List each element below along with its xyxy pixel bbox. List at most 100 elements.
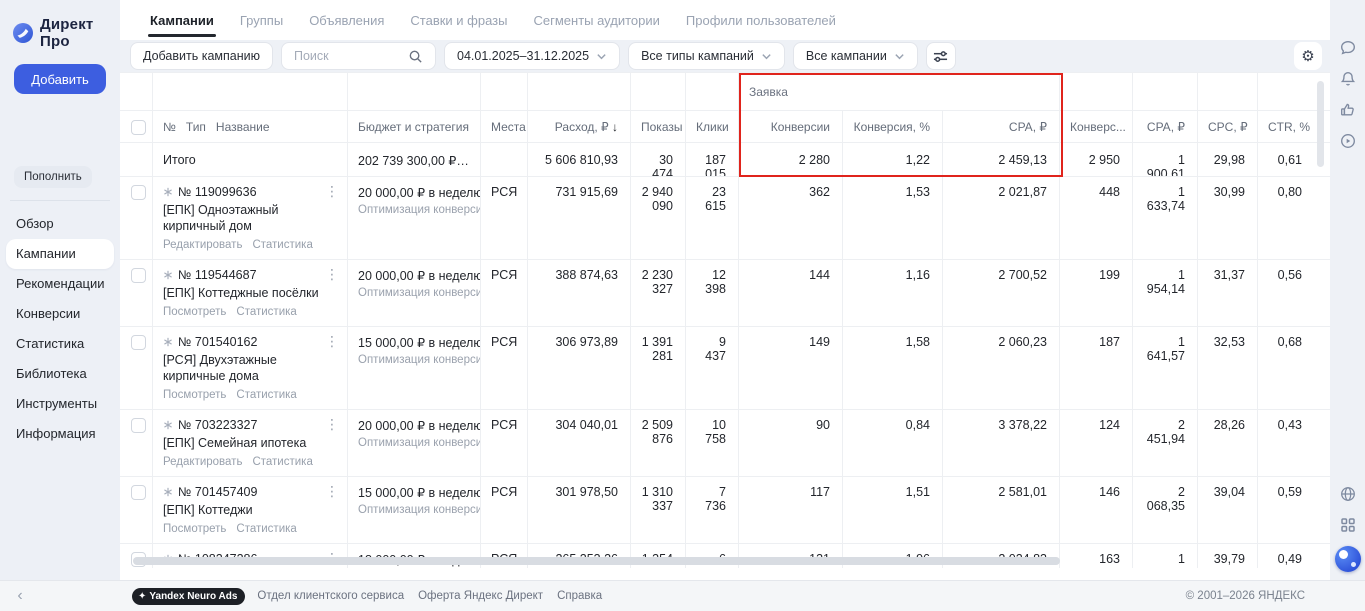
campaign-number[interactable]: № 701457409 [178, 485, 257, 499]
footer-link-support[interactable]: Отдел клиентского сервиса [257, 590, 404, 602]
apps-grid-icon[interactable] [1338, 515, 1358, 535]
campaign-number[interactable]: № 119544687 [178, 268, 257, 282]
row-action-link[interactable]: Редактировать [163, 239, 242, 251]
add-button[interactable]: Добавить [14, 64, 106, 94]
campaign-number[interactable]: № 703223327 [178, 418, 257, 432]
support-chat-button[interactable] [1334, 546, 1361, 572]
search-box[interactable] [281, 42, 436, 70]
neuro-ads-badge[interactable]: ✦ Yandex Neuro Ads [132, 587, 246, 605]
campaign-name-link[interactable]: [РСЯ] Двухэтажные кирпичные дома [163, 352, 325, 384]
campaign-filter-select[interactable]: Все кампании [792, 42, 918, 70]
conversions2-value: 199 [1060, 260, 1133, 326]
kebab-menu-icon[interactable]: ⋮ [325, 417, 339, 431]
footer-link-offer[interactable]: Оферта Яндекс Директ [418, 590, 543, 602]
thumbs-up-icon[interactable] [1338, 100, 1358, 120]
row-action-link[interactable]: Посмотреть [163, 306, 226, 318]
filter-settings-button[interactable] [925, 42, 956, 70]
totals-ctr: 0,61 [1277, 153, 1302, 167]
sidebar-item-tools[interactable]: Инструменты [6, 389, 114, 419]
cpc-value: 39,79 [1198, 544, 1258, 568]
col-header-places[interactable]: Места [481, 111, 528, 142]
sidebar-item-statistics[interactable]: Статистика [6, 329, 114, 359]
kebab-menu-icon[interactable]: ⋮ [325, 184, 339, 198]
spend-value: 306 973,89 [528, 327, 631, 409]
sidebar-item-library[interactable]: Библиотека [6, 359, 114, 389]
chat-bubble-icon[interactable] [1338, 38, 1358, 58]
horizontal-scrollbar[interactable] [133, 557, 1060, 565]
campaign-name-link[interactable]: [ЕПК] Одноэтажный кирпичный дом [163, 202, 325, 234]
col-header-ctr[interactable]: CTR, % [1258, 111, 1314, 142]
col-header-shows[interactable]: Показы [631, 111, 686, 142]
col-header-cpa2[interactable]: CPA, ₽ [1133, 111, 1198, 142]
budget-value: 15 000,00 ₽ в неделю [358, 336, 481, 350]
tab-audience-segments[interactable]: Сегменты аудитории [533, 2, 659, 39]
table-body: № 119099636 [ЕПК] Одноэтажный кирпичный … [120, 177, 1330, 568]
kebab-menu-icon[interactable]: ⋮ [325, 334, 339, 348]
cpa-value: 2 060,23 [943, 327, 1060, 409]
row-checkbox[interactable] [131, 268, 146, 283]
sidebar-item-info[interactable]: Информация [6, 419, 114, 449]
cpc-value: 28,26 [1198, 410, 1258, 476]
tab-user-profiles[interactable]: Профили пользователей [686, 2, 836, 39]
tab-groups[interactable]: Группы [240, 2, 283, 39]
topup-button[interactable]: Пополнить [14, 166, 92, 188]
collapse-sidebar-icon[interactable]: ‹ [0, 587, 40, 605]
row-checkbox[interactable] [131, 335, 146, 350]
sidebar-item-recommendations[interactable]: Рекомендации [6, 269, 114, 299]
col-header-cpc[interactable]: CPC, ₽ [1198, 111, 1258, 142]
places-value: РСЯ [481, 410, 528, 476]
vertical-scrollbar[interactable] [1317, 81, 1324, 167]
col-header-name[interactable]: № Тип Название [153, 111, 348, 142]
row-statistics-link[interactable]: Статистика [236, 389, 296, 401]
bell-icon[interactable] [1338, 69, 1358, 89]
cpa-value: 2 581,01 [943, 477, 1060, 543]
globe-icon[interactable] [1338, 484, 1358, 504]
sort-desc-icon: ↓ [612, 120, 618, 134]
row-action-link[interactable]: Редактировать [163, 456, 242, 468]
footer-link-help[interactable]: Справка [557, 590, 602, 602]
row-checkbox[interactable] [131, 418, 146, 433]
col-header-conversion-rate[interactable]: Конверсия, % [843, 111, 943, 142]
app-logo[interactable]: Директ Про [0, 0, 120, 50]
col-header-budget[interactable]: Бюджет и стратегия [348, 111, 481, 142]
row-statistics-link[interactable]: Статистика [252, 239, 312, 251]
tab-campaigns[interactable]: Кампании [148, 2, 216, 39]
row-action-link[interactable]: Посмотреть [163, 389, 226, 401]
col-header-spend[interactable]: Расход, ₽ ↓ [528, 111, 631, 142]
campaign-name-link[interactable]: [ЕПК] Коттеджные посёлки [163, 285, 325, 301]
sidebar-item-overview[interactable]: Обзор [6, 209, 114, 239]
col-header-clicks[interactable]: Клики [686, 111, 739, 142]
add-campaign-button[interactable]: Добавить кампанию [130, 42, 273, 70]
row-statistics-link[interactable]: Статистика [236, 523, 296, 535]
cpa2-value: 1 627,32 [1133, 544, 1198, 568]
sidebar-item-conversions[interactable]: Конверсии [6, 299, 114, 329]
date-range-select[interactable]: 04.01.2025–31.12.2025 [444, 42, 621, 70]
campaign-name-link[interactable]: [ЕПК] Коттеджи [163, 502, 325, 518]
table-row: № 701457409 [ЕПК] Коттеджи Посмотреть Ст… [120, 477, 1330, 544]
search-input[interactable] [294, 49, 404, 63]
row-checkbox[interactable] [131, 185, 146, 200]
sidebar-item-campaigns[interactable]: Кампании [6, 239, 114, 269]
row-action-link[interactable]: Посмотреть [163, 523, 226, 535]
row-checkbox[interactable] [131, 485, 146, 500]
kebab-menu-icon[interactable]: ⋮ [325, 484, 339, 498]
col-header-cpa[interactable]: CPA, ₽ [943, 111, 1060, 142]
budget-value: 20 000,00 ₽ в неделю [358, 269, 481, 283]
play-circle-icon[interactable] [1338, 131, 1358, 151]
ctr-value: 0,68 [1277, 335, 1302, 349]
campaign-name-link[interactable]: [ЕПК] Семейная ипотека [163, 435, 325, 451]
select-all-checkbox[interactable] [131, 120, 146, 135]
tab-ads[interactable]: Объявления [309, 2, 384, 39]
tab-bids-phrases[interactable]: Ставки и фразы [410, 2, 507, 39]
totals-label: Итого [153, 143, 348, 176]
campaign-number[interactable]: № 701540162 [178, 335, 257, 349]
row-statistics-link[interactable]: Статистика [236, 306, 296, 318]
kebab-menu-icon[interactable]: ⋮ [325, 267, 339, 281]
goal-group-label: Заявка [739, 73, 1060, 110]
col-header-conversions[interactable]: Конверсии [739, 111, 843, 142]
col-header-conversions2[interactable]: Конверс... [1060, 111, 1133, 142]
row-statistics-link[interactable]: Статистика [252, 456, 312, 468]
table-settings-button[interactable]: ⚙ [1294, 42, 1322, 70]
campaign-type-select[interactable]: Все типы кампаний [628, 42, 785, 70]
campaign-number[interactable]: № 119099636 [178, 185, 257, 199]
